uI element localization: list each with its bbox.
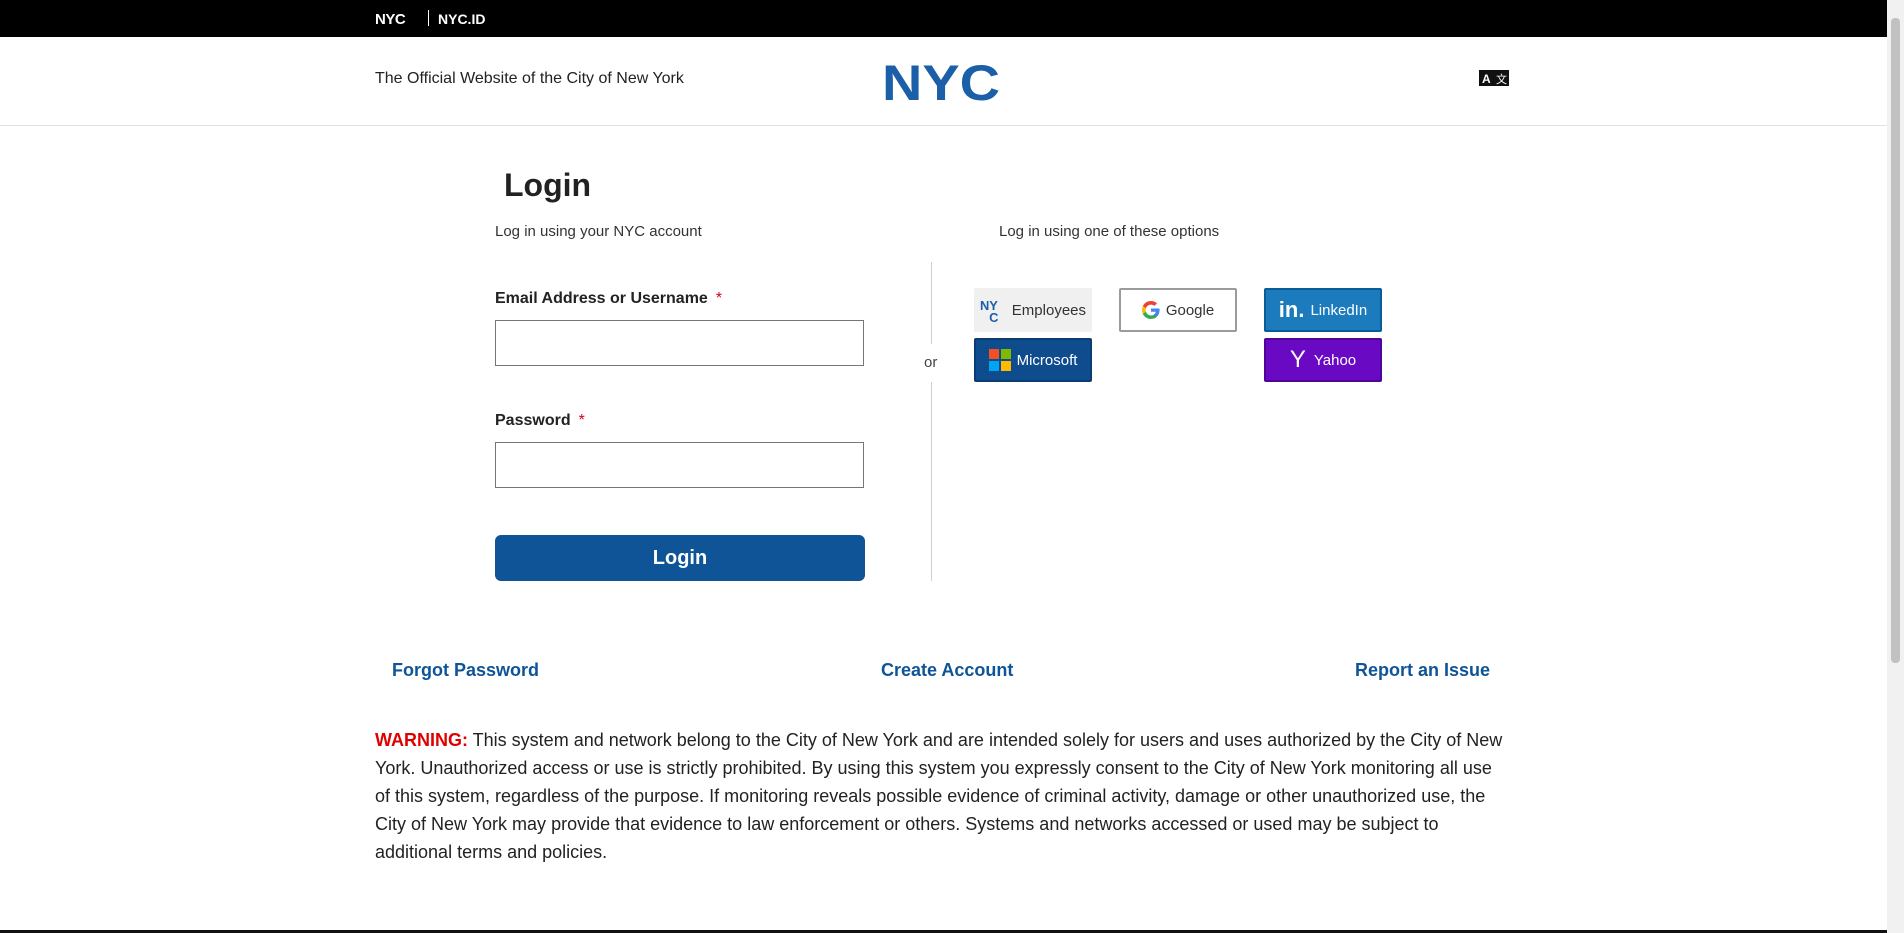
warning-text: This system and network belong to the Ci… <box>375 730 1503 862</box>
yahoo-label: Yahoo <box>1313 351 1357 369</box>
divider-line-bottom <box>931 382 932 581</box>
nyc-account-subtitle: Log in using your NYC account <box>495 223 702 240</box>
required-asterisk: * <box>715 290 723 307</box>
yahoo-icon: Y <box>1289 346 1306 373</box>
warning-label: WARNING: <box>375 730 468 750</box>
linkedin-login-button[interactable]: in. LinkedIn <box>1264 288 1382 332</box>
password-label: Password * <box>495 412 585 430</box>
microsoft-icon <box>988 349 1011 371</box>
employees-label: Employees <box>1011 301 1086 319</box>
nyc-logo[interactable]: NYC <box>882 61 1004 103</box>
warning-notice: WARNING: This system and network belong … <box>375 726 1510 866</box>
microsoft-label: Microsoft <box>1016 351 1078 369</box>
divider-line-top <box>931 262 932 344</box>
yahoo-login-button[interactable]: Y Yahoo <box>1264 338 1382 382</box>
report-issue-link[interactable]: Report an Issue <box>1355 660 1490 681</box>
linkedin-icon: in. <box>1278 297 1305 322</box>
email-field[interactable] <box>495 320 864 366</box>
forgot-password-link[interactable]: Forgot Password <box>392 660 539 681</box>
or-label: or <box>924 354 938 371</box>
google-label: Google <box>1165 301 1215 319</box>
vertical-scrollbar[interactable] <box>1887 0 1904 933</box>
top-bar: NYC NYC.ID <box>0 0 1887 37</box>
email-label-text: Email Address or Username <box>495 290 708 307</box>
svg-text:A: A <box>1482 72 1491 86</box>
svg-text:文: 文 <box>1496 72 1507 86</box>
scrollbar-thumb[interactable] <box>1891 18 1900 663</box>
login-button[interactable]: Login <box>495 535 865 581</box>
google-icon <box>1141 301 1160 319</box>
required-asterisk: * <box>578 412 585 429</box>
svg-text:C: C <box>989 310 998 325</box>
nyc-logo-text: NYC <box>882 61 1000 103</box>
password-field[interactable] <box>495 442 864 488</box>
nyc-id-label: NYC.ID <box>438 11 486 27</box>
page-title: Login <box>504 167 592 203</box>
sso-options-subtitle: Log in using one of these options <box>999 223 1220 240</box>
nyc-brand-logo[interactable]: NYC <box>375 11 406 28</box>
create-account-link[interactable]: Create Account <box>881 660 1013 681</box>
email-label: Email Address or Username * <box>495 290 722 308</box>
password-label-text: Password <box>495 412 571 429</box>
site-header: The Official Website of the City of New … <box>0 37 1887 126</box>
microsoft-login-button[interactable]: Microsoft <box>974 338 1092 382</box>
translate-icon[interactable]: A 文 <box>1479 70 1509 86</box>
linkedin-label: LinkedIn <box>1310 301 1368 319</box>
employees-login-button[interactable]: NY C Employees <box>974 288 1092 332</box>
google-login-button[interactable]: Google <box>1119 288 1237 332</box>
official-website-tagline: The Official Website of the City of New … <box>375 70 684 87</box>
brand-separator <box>428 10 429 26</box>
nyc-employees-icon: NY C <box>980 298 998 325</box>
